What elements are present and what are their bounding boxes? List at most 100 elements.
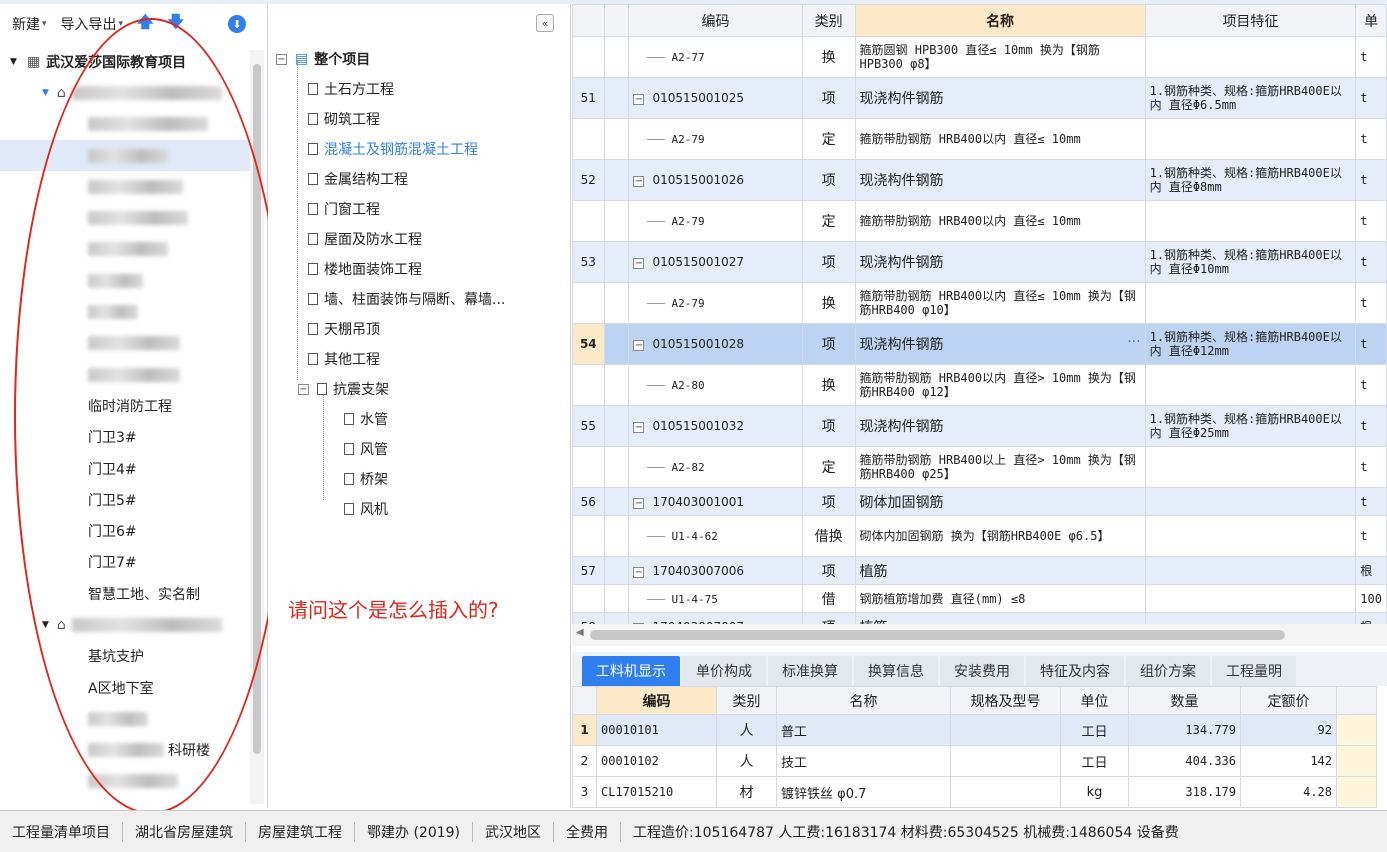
- collapse-icon[interactable]: ▼: [42, 88, 49, 98]
- tab-standard-conversion[interactable]: 标准换算: [768, 656, 852, 686]
- tree-leaf-blurred[interactable]: [0, 359, 250, 390]
- tab-labor-material[interactable]: 工料机显示: [582, 656, 680, 686]
- resource-name[interactable]: 普工: [776, 714, 951, 746]
- row-name[interactable]: 钢筋植筋增加费 直径(mm) ≤8: [854, 584, 1146, 613]
- row-code-cell[interactable]: −010515001025: [628, 77, 803, 119]
- row-feature[interactable]: [1144, 282, 1357, 324]
- row-type[interactable]: 项: [801, 159, 856, 201]
- row-unit[interactable]: t: [1355, 241, 1387, 283]
- tree-leaf-selected[interactable]: [0, 139, 250, 172]
- resource-price[interactable]: 92: [1240, 714, 1337, 746]
- resource-unit[interactable]: 工日: [1060, 745, 1129, 777]
- division-subitem[interactable]: 风机: [268, 494, 568, 524]
- quota-row[interactable]: A2-79 定箍筋带肋钢筋 HRB400以内 直径≤ 10mm t: [572, 118, 1387, 160]
- resource-code[interactable]: 00010102: [596, 745, 717, 777]
- move-down-icon[interactable]: 🡇: [168, 11, 184, 38]
- row-code-cell[interactable]: −170403007007: [628, 612, 803, 624]
- row-code-cell[interactable]: −170403001001: [628, 487, 803, 516]
- status-region[interactable]: 武汉地区: [473, 821, 555, 842]
- collapse-icon[interactable]: −: [276, 53, 287, 65]
- tree-leaf-blurred[interactable]: [0, 703, 250, 734]
- division-item[interactable]: 楼地面装饰工程: [268, 254, 568, 284]
- division-item[interactable]: 门窗工程: [268, 194, 568, 224]
- row-unit[interactable]: 100: [1355, 584, 1387, 613]
- row-feature[interactable]: 1.钢筋种类、规格:箍筋HRB400E以内 直径Φ12mm: [1144, 323, 1357, 365]
- row-feature[interactable]: [1144, 487, 1357, 516]
- collapse-icon[interactable]: −: [633, 94, 645, 105]
- row-name[interactable]: 现浇构件钢筋: [854, 159, 1146, 201]
- tree-leaf-blurred[interactable]: [0, 766, 250, 797]
- collapse-icon[interactable]: −: [633, 566, 645, 578]
- division-item[interactable]: 土石方工程: [268, 74, 568, 104]
- import-export-button[interactable]: 导入导出 ▾: [61, 14, 124, 34]
- division-subitem[interactable]: 水管: [268, 404, 568, 434]
- left-scrollbar[interactable]: [250, 50, 264, 804]
- row-feature[interactable]: [1144, 118, 1357, 160]
- tree-leaf[interactable]: 门卫5#: [0, 484, 250, 515]
- col-code[interactable]: 编码: [596, 686, 717, 715]
- row-name[interactable]: 箍筋带肋钢筋 HRB400以内 直径≤ 10mm 换为【钢筋HRB400 φ10…: [854, 282, 1146, 324]
- collapse-icon[interactable]: −: [633, 422, 645, 433]
- row-unit[interactable]: t: [1355, 405, 1387, 447]
- division-subitem[interactable]: 桥架: [268, 464, 568, 494]
- more-icon[interactable]: ···: [1127, 334, 1140, 350]
- row-unit[interactable]: t: [1355, 77, 1387, 119]
- collapse-icon[interactable]: ▼: [42, 620, 49, 630]
- scroll-thumb[interactable]: [253, 64, 261, 754]
- col-name[interactable]: 名称: [776, 686, 951, 715]
- row-feature[interactable]: 1.钢筋种类、规格:箍筋HRB400E以内 直径Φ8mm: [1144, 159, 1357, 201]
- tree-leaf[interactable]: 门卫7#: [0, 547, 250, 578]
- tree-leaf-blurred[interactable]: [0, 296, 250, 327]
- tree-leaf[interactable]: 临时消防工程: [0, 390, 250, 421]
- row-type[interactable]: 借: [801, 584, 856, 613]
- row-feature[interactable]: [1144, 556, 1357, 585]
- row-type[interactable]: 项: [801, 241, 856, 283]
- tab-quantity-detail[interactable]: 工程量明: [1212, 656, 1296, 686]
- quota-row[interactable]: A2-79 换箍筋带肋钢筋 HRB400以内 直径≤ 10mm 换为【钢筋HRB4…: [572, 282, 1387, 324]
- row-feature[interactable]: [1144, 364, 1357, 406]
- row-code-cell[interactable]: A2-77: [628, 36, 803, 78]
- resource-qty[interactable]: 134.779: [1128, 714, 1241, 746]
- division-root[interactable]: − ▤ 整个项目: [268, 44, 568, 74]
- bill-item-row[interactable]: 56−170403001001 项砌体加固钢筋 t: [572, 487, 1387, 516]
- resource-name[interactable]: 镀锌铁丝 φ0.7: [776, 776, 951, 808]
- row-type[interactable]: 换: [801, 36, 856, 78]
- status-norm[interactable]: 湖北省房屋建筑: [123, 821, 246, 842]
- collapse-icon[interactable]: −: [633, 340, 645, 351]
- row-unit[interactable]: t: [1355, 364, 1387, 406]
- row-type[interactable]: 换: [801, 364, 856, 406]
- bill-item-row[interactable]: 51−010515001025 项现浇构件钢筋 1.钢筋种类、规格:箍筋HRB400…: [572, 77, 1387, 119]
- row-code-cell[interactable]: A2-82: [628, 446, 803, 488]
- row-name[interactable]: 箍筋带肋钢筋 HRB400以内 直径≤ 10mm: [854, 118, 1146, 160]
- bill-item-row[interactable]: 58 −170403007007项植筋 根: [572, 612, 1387, 624]
- resource-qty[interactable]: 318.179: [1128, 776, 1241, 808]
- tree-node-blurred[interactable]: ▼ ⌂: [0, 77, 250, 108]
- row-name[interactable]: 砌体内加固钢筋 换为【钢筋HRB400E φ6.5】: [854, 515, 1146, 557]
- status-doc[interactable]: 鄂建办 (2019): [355, 821, 474, 842]
- status-fee-mode[interactable]: 全费用: [554, 821, 622, 842]
- row-code-cell[interactable]: −170403007006: [628, 556, 803, 585]
- row-code-cell[interactable]: A2-79: [628, 200, 803, 242]
- row-unit[interactable]: t: [1355, 118, 1387, 160]
- resource-type[interactable]: 材: [716, 776, 777, 808]
- resource-price[interactable]: 4.28: [1240, 776, 1337, 808]
- row-type[interactable]: 定: [801, 200, 856, 242]
- collapse-icon[interactable]: −: [298, 383, 309, 395]
- tree-leaf[interactable]: 基坑支护: [0, 641, 250, 672]
- col-qty[interactable]: 数量: [1128, 686, 1241, 715]
- row-name[interactable]: 植筋: [854, 612, 1146, 624]
- col-type[interactable]: 类别: [716, 686, 777, 715]
- row-type[interactable]: 项: [801, 323, 856, 365]
- col-unit[interactable]: 单: [1355, 4, 1387, 37]
- resource-type[interactable]: 人: [716, 745, 777, 777]
- col-price[interactable]: 定额价: [1240, 686, 1337, 715]
- row-code-cell[interactable]: −010515001027: [628, 241, 803, 283]
- resource-qty[interactable]: 404.336: [1128, 745, 1241, 777]
- resource-name[interactable]: 技工: [776, 745, 951, 777]
- row-unit[interactable]: 根: [1355, 612, 1387, 624]
- tree-leaf[interactable]: 智慧工地、实名制: [0, 578, 250, 609]
- tree-leaf[interactable]: 科研楼: [0, 735, 250, 766]
- row-code-cell[interactable]: A2-79: [628, 118, 803, 160]
- row-unit[interactable]: t: [1355, 200, 1387, 242]
- row-type[interactable]: 项: [801, 487, 856, 516]
